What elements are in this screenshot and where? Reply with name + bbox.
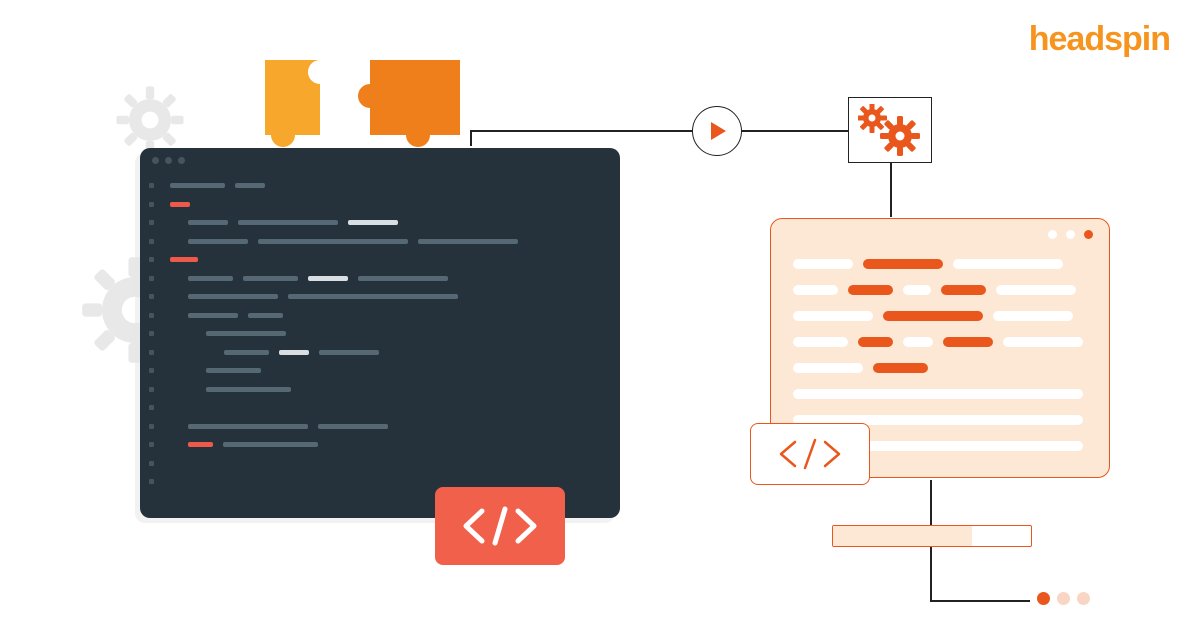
gears-box <box>848 97 932 163</box>
brand-logo: headspin <box>1029 20 1170 59</box>
window-dot <box>1066 230 1075 239</box>
line-gutter <box>140 179 162 513</box>
dot-indicator <box>1057 592 1070 605</box>
connector-line <box>930 546 932 601</box>
puzzle-icon <box>255 40 475 155</box>
connector-line <box>930 480 932 527</box>
code-content <box>162 179 620 513</box>
dot-indicator <box>1037 592 1050 605</box>
connector-line <box>930 600 1030 602</box>
window-dot <box>1048 230 1057 239</box>
play-button[interactable] <box>692 106 742 156</box>
window-controls <box>140 148 620 174</box>
window-dot <box>1084 230 1093 239</box>
pagination-dots <box>1037 592 1090 605</box>
connector-line <box>470 130 472 146</box>
gears-icon <box>858 104 922 156</box>
progress-bar <box>832 525 1032 547</box>
window-dot <box>165 157 172 164</box>
connector-line <box>470 130 694 132</box>
code-tag-box <box>750 423 870 485</box>
window-dot <box>178 157 185 164</box>
progress-fill <box>833 526 972 546</box>
code-icon <box>775 434 845 474</box>
connector-line <box>740 130 850 132</box>
connector-line <box>890 163 892 217</box>
code-editor-window <box>140 148 620 518</box>
dot-indicator <box>1077 592 1090 605</box>
gear-icon <box>115 85 185 155</box>
window-dot <box>152 157 159 164</box>
code-badge <box>435 487 565 565</box>
code-icon <box>460 501 540 551</box>
play-icon <box>711 122 726 140</box>
window-controls <box>771 219 1109 249</box>
